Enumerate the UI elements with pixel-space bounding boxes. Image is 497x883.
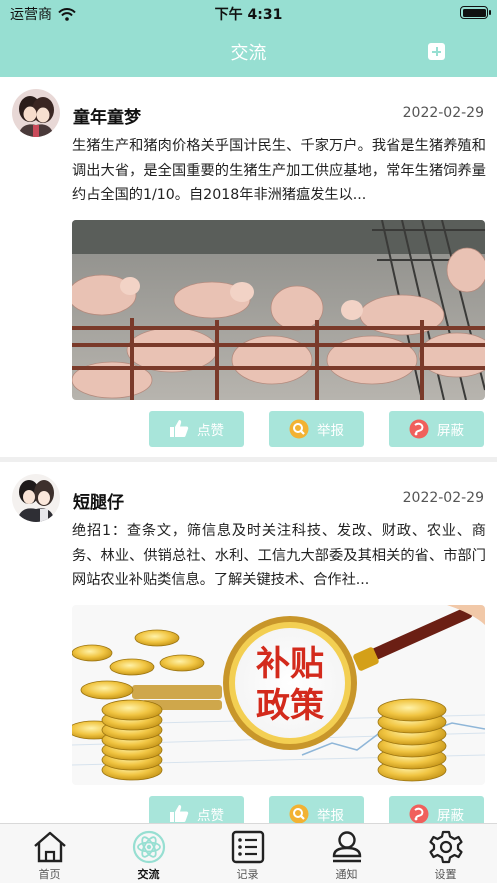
post-date: 2022-02-29 [402, 490, 484, 506]
tab-exchange[interactable]: 交流 [99, 824, 198, 883]
post-content[interactable]: 绝招1：查条文，筛信息及时关注科技、发改、财政、农业、商务、林业、供销总社、水利… [72, 519, 486, 593]
report-icon [289, 804, 309, 823]
tab-home[interactable]: 首页 [0, 824, 99, 883]
post-author[interactable]: 短腿仔 [73, 488, 124, 513]
tab-label: 交流 [137, 868, 160, 881]
like-button[interactable]: 点赞 [149, 796, 244, 823]
add-post-button[interactable] [428, 43, 445, 60]
report-label: 举报 [317, 423, 344, 439]
like-label: 点赞 [197, 423, 224, 439]
block-icon [409, 804, 429, 823]
list-icon [231, 830, 265, 864]
report-icon [289, 419, 309, 439]
post-card: 童年童梦 2022-02-29 生猪生产和猪肉价格关乎国计民生、千家万户。我省是… [0, 77, 497, 462]
block-label: 屏蔽 [437, 808, 464, 823]
report-label: 举报 [317, 808, 344, 823]
battery-icon [460, 6, 491, 19]
like-button[interactable]: 点赞 [149, 411, 244, 447]
post-date: 2022-02-29 [402, 105, 484, 121]
post-card: 短腿仔 2022-02-29 绝招1：查条文，筛信息及时关注科技、发改、财政、农… [0, 462, 497, 823]
post-author[interactable]: 童年童梦 [73, 103, 141, 128]
post-image[interactable] [72, 220, 485, 400]
bottom-tab-bar: 首页 交流 记录 通知 设置 [0, 823, 497, 883]
tab-label: 记录 [236, 868, 259, 881]
atom-icon [132, 830, 166, 864]
page-title: 交流 [230, 43, 267, 64]
subsidy-text-line-2: 政策 [256, 686, 324, 726]
subsidy-text-line-1: 补贴 [256, 644, 324, 684]
status-bar: 运营商 下午 4:31 [0, 0, 497, 26]
tab-label: 首页 [38, 868, 61, 881]
avatar[interactable] [12, 474, 60, 522]
post-image[interactable]: 补贴 政策 [72, 605, 485, 785]
report-button[interactable]: 举报 [269, 411, 364, 447]
tab-records[interactable]: 记录 [198, 824, 297, 883]
gear-icon [429, 830, 463, 864]
post-actions: 点赞 举报 屏蔽 [0, 796, 497, 823]
person-icon [332, 831, 362, 863]
block-label: 屏蔽 [437, 423, 464, 439]
thumbs-up-icon [170, 420, 189, 437]
post-content[interactable]: 生猪生产和猪肉价格关乎国计民生、千家万户。我省是生猪养殖和调出大省，是全国重要的… [72, 134, 486, 208]
tab-label: 通知 [335, 868, 358, 881]
block-icon [409, 419, 429, 439]
avatar[interactable] [12, 89, 60, 137]
status-time: 下午 4:31 [214, 7, 283, 23]
tab-settings[interactable]: 设置 [396, 824, 495, 883]
block-button[interactable]: 屏蔽 [389, 411, 484, 447]
post-feed[interactable]: 童年童梦 2022-02-29 生猪生产和猪肉价格关乎国计民生、千家万户。我省是… [0, 77, 497, 823]
post-actions: 点赞 举报 屏蔽 [0, 411, 497, 447]
block-button[interactable]: 屏蔽 [389, 796, 484, 823]
tab-notifications[interactable]: 通知 [297, 824, 396, 883]
like-label: 点赞 [197, 808, 224, 823]
home-icon [34, 831, 66, 863]
tab-label: 设置 [434, 868, 457, 881]
thumbs-up-icon [170, 805, 189, 822]
report-button[interactable]: 举报 [269, 796, 364, 823]
app-header: 运营商 下午 4:31 交流 [0, 0, 497, 77]
